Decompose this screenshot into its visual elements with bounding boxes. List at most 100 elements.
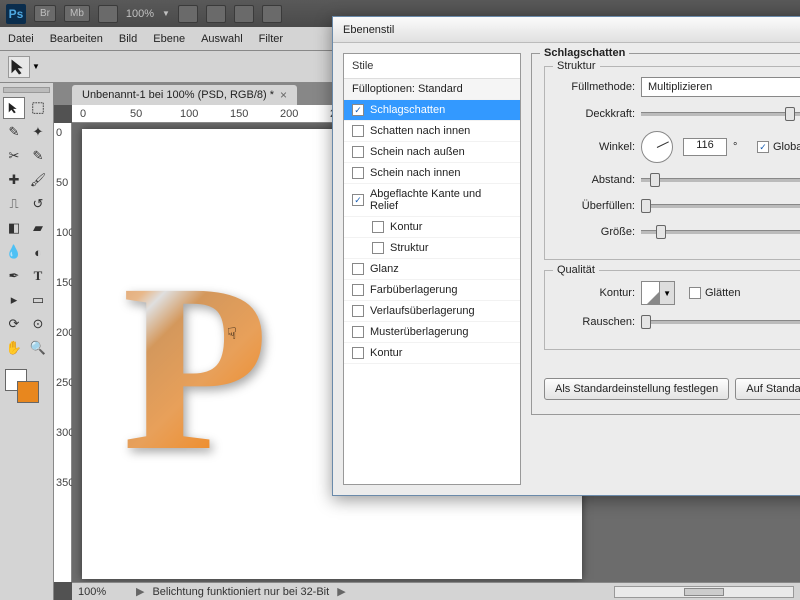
size-slider[interactable] — [641, 230, 800, 234]
section-title: Schlagschatten — [540, 47, 629, 59]
checkbox-icon[interactable] — [372, 242, 384, 254]
contour-picker[interactable]: ▼ — [641, 281, 675, 305]
style-item-dropshadow[interactable]: ✓Schlagschatten — [344, 100, 520, 121]
antialias-checkbox[interactable] — [689, 287, 701, 299]
style-item-bevel[interactable]: ✓Abgeflachte Kante und Relief — [344, 184, 520, 217]
blendmode-select[interactable]: Multiplizieren▼ — [641, 77, 800, 97]
checkbox-icon[interactable] — [372, 221, 384, 233]
clone-stamp-tool-icon[interactable]: ⎍ — [3, 193, 25, 215]
status-bar: 100% ▶ Belichtung funktioniert nur bei 3… — [72, 582, 800, 600]
scrollbar-thumb[interactable] — [684, 588, 724, 596]
close-icon[interactable]: × — [280, 88, 287, 102]
checkbox-icon[interactable] — [352, 284, 364, 296]
type-tool-icon[interactable]: T — [27, 265, 49, 287]
reset-default-button[interactable]: Auf Standardein — [735, 378, 800, 400]
bridge-button[interactable]: Br — [34, 5, 56, 22]
style-item-satin[interactable]: Glanz — [344, 259, 520, 280]
style-item-innershadow[interactable]: Schatten nach innen — [344, 121, 520, 142]
text-layer-p[interactable]: P — [122, 229, 269, 505]
menu-filter[interactable]: Filter — [259, 33, 283, 45]
checkbox-icon[interactable]: ✓ — [352, 194, 364, 206]
opacity-label: Deckkraft: — [557, 108, 635, 120]
menu-image[interactable]: Bild — [119, 33, 137, 45]
spread-slider[interactable] — [641, 204, 800, 208]
noise-label: Rauschen: — [557, 316, 635, 328]
3d-tool-icon[interactable]: ⟳ — [3, 313, 25, 335]
chevron-right-icon[interactable]: ▶ — [337, 585, 345, 598]
crop-tool-icon[interactable]: ✂ — [3, 145, 25, 167]
checkbox-icon[interactable] — [352, 146, 364, 158]
background-color-swatch[interactable] — [17, 381, 39, 403]
move-tool-icon[interactable] — [3, 97, 25, 119]
dodge-tool-icon[interactable]: ◐ — [27, 241, 49, 263]
gradient-tool-icon[interactable]: ▰ — [27, 217, 49, 239]
global-light-checkbox[interactable]: ✓ — [757, 141, 769, 153]
dialog-titlebar[interactable]: Ebenenstil — [333, 17, 800, 43]
3d-camera-tool-icon[interactable]: ⊙ — [27, 313, 49, 335]
checkbox-icon[interactable] — [352, 347, 364, 359]
zoom-level[interactable]: 100% — [126, 8, 154, 20]
menu-layer[interactable]: Ebene — [153, 33, 185, 45]
path-select-tool-icon[interactable]: ▸ — [3, 289, 25, 311]
settings-panel: Schlagschatten Struktur Füllmethode: Mul… — [531, 53, 800, 485]
style-item-coloroverlay[interactable]: Farbüberlagerung — [344, 280, 520, 301]
global-light-label: Globales Licht — [773, 141, 800, 153]
style-item-contour[interactable]: Kontur — [344, 217, 520, 238]
angle-label: Winkel: — [557, 141, 635, 153]
hand-tool-icon[interactable]: ✋ — [3, 337, 25, 359]
history-brush-tool-icon[interactable]: ↺ — [27, 193, 49, 215]
eraser-tool-icon[interactable]: ◧ — [3, 217, 25, 239]
checkbox-icon[interactable] — [352, 326, 364, 338]
noise-slider[interactable] — [641, 320, 800, 324]
zoom-tool-icon[interactable]: 🔍 — [27, 337, 49, 359]
document-tab[interactable]: Unbenannt-1 bei 100% (PSD, RGB/8) * × — [72, 85, 297, 105]
pen-tool-icon[interactable]: ✒ — [3, 265, 25, 287]
shape-tool-icon[interactable]: ▭ — [27, 289, 49, 311]
minibridge-button[interactable]: Mb — [64, 5, 90, 22]
angle-dial[interactable] — [641, 131, 673, 163]
chevron-down-icon[interactable]: ▼ — [32, 62, 40, 71]
hand-tool-icon[interactable] — [178, 5, 198, 23]
lasso-tool-icon[interactable]: ✎ — [3, 121, 25, 143]
style-item-patternoverlay[interactable]: Musterüberlagerung — [344, 322, 520, 343]
angle-input[interactable]: 116 — [683, 138, 727, 156]
style-item-innerglow[interactable]: Schein nach innen — [344, 163, 520, 184]
style-item-texture[interactable]: Struktur — [344, 238, 520, 259]
checkbox-icon[interactable] — [352, 263, 364, 275]
rotate-view-icon[interactable] — [234, 5, 254, 23]
fill-options-item[interactable]: Fülloptionen: Standard — [344, 79, 520, 100]
make-default-button[interactable]: Als Standardeinstellung festlegen — [544, 378, 729, 400]
style-item-outerglow[interactable]: Schein nach außen — [344, 142, 520, 163]
spread-label: Überfüllen: — [557, 200, 635, 212]
blur-tool-icon[interactable]: 💧 — [3, 241, 25, 263]
arrange-docs-icon[interactable] — [262, 5, 282, 23]
toolbox-grip[interactable] — [3, 87, 50, 93]
healing-brush-tool-icon[interactable]: ✚ — [3, 169, 25, 191]
menu-edit[interactable]: Bearbeiten — [50, 33, 103, 45]
screen-mode-icon[interactable] — [98, 5, 118, 23]
menu-select[interactable]: Auswahl — [201, 33, 243, 45]
antialias-label: Glätten — [705, 287, 740, 299]
zoom-tool-icon[interactable] — [206, 5, 226, 23]
marquee-tool-icon[interactable] — [27, 97, 49, 119]
distance-slider[interactable] — [641, 178, 800, 182]
styles-panel: Stile Fülloptionen: Standard ✓Schlagscha… — [343, 53, 521, 485]
chevron-right-icon[interactable]: ▶ — [136, 585, 144, 598]
checkbox-icon[interactable]: ✓ — [352, 104, 364, 116]
horizontal-scrollbar[interactable] — [614, 586, 794, 598]
opacity-slider[interactable] — [641, 112, 800, 116]
brush-tool-icon[interactable]: 🖌 — [27, 169, 49, 191]
checkbox-icon[interactable] — [352, 305, 364, 317]
checkbox-icon[interactable] — [352, 167, 364, 179]
status-zoom[interactable]: 100% — [78, 586, 128, 598]
magic-wand-tool-icon[interactable]: ✦ — [27, 121, 49, 143]
style-item-gradientoverlay[interactable]: Verlaufsüberlagerung — [344, 301, 520, 322]
vertical-ruler: 0 50 100 150 200 250 300 350 — [54, 123, 72, 582]
style-item-stroke[interactable]: Kontur — [344, 343, 520, 364]
move-tool-preset-icon[interactable] — [8, 56, 30, 78]
eyedropper-tool-icon[interactable]: ✎ — [27, 145, 49, 167]
menu-file[interactable]: Datei — [8, 33, 34, 45]
size-label: Größe: — [557, 226, 635, 238]
checkbox-icon[interactable] — [352, 125, 364, 137]
color-swatches[interactable] — [3, 367, 50, 407]
